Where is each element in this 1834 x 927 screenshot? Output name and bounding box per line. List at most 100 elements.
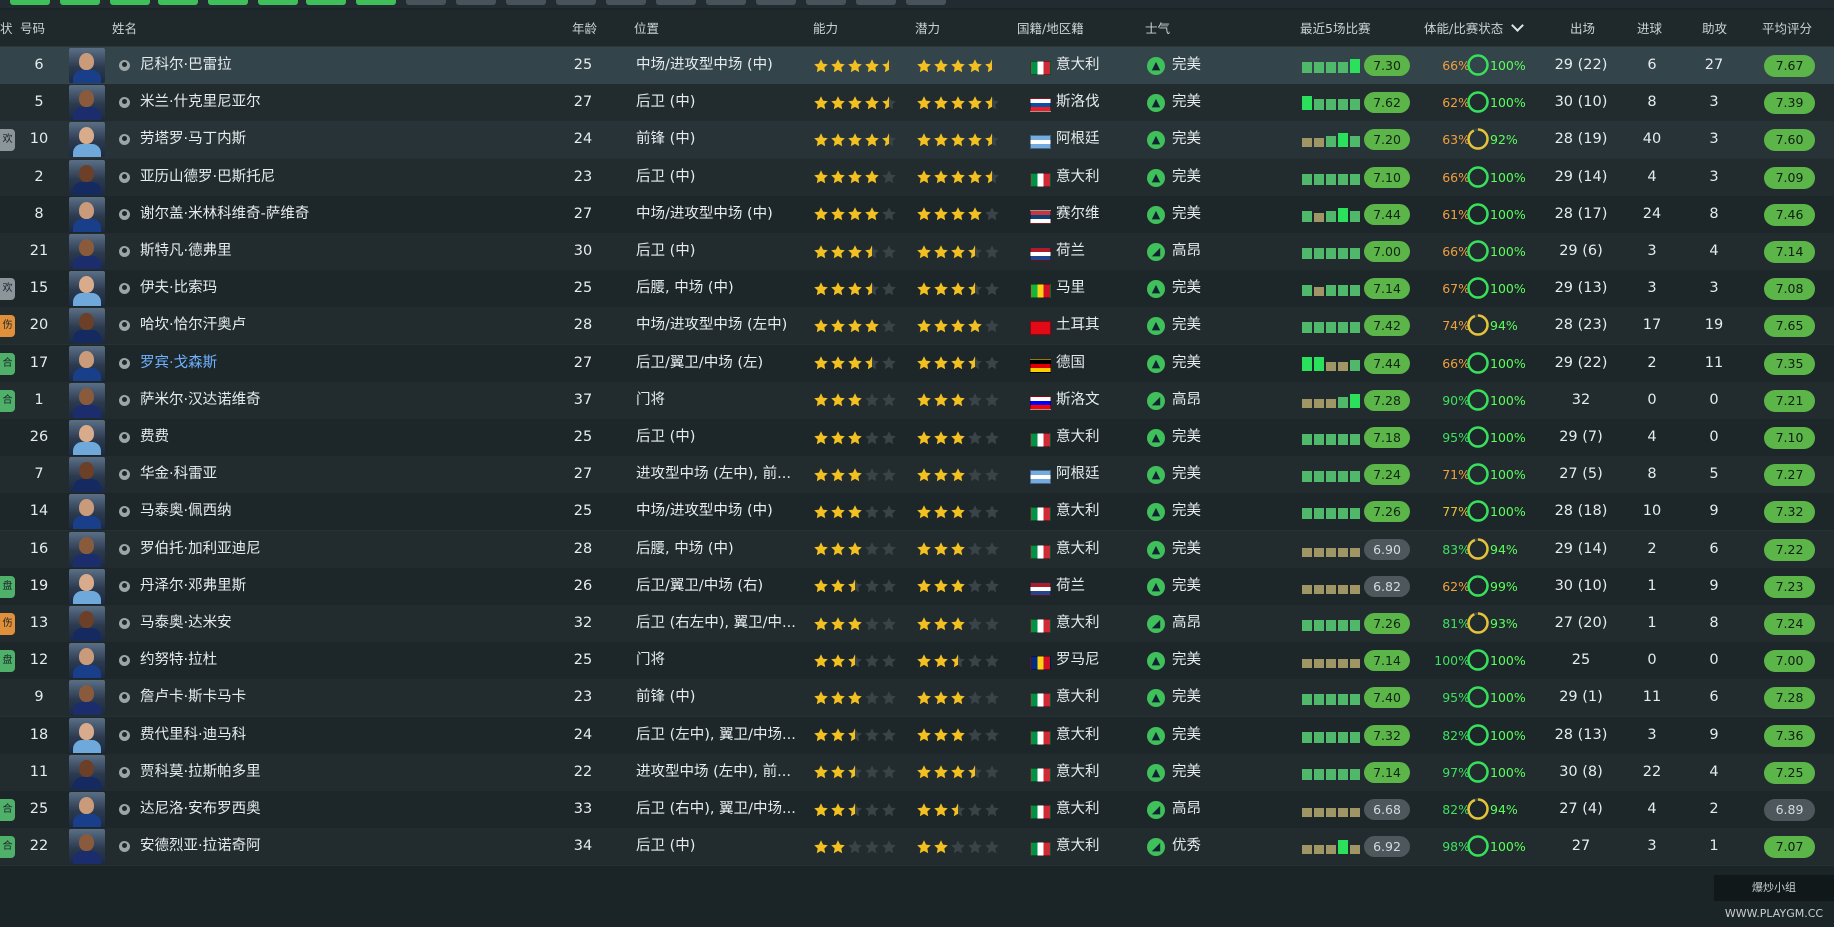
player-name[interactable]: 华金·科雷亚 bbox=[140, 456, 460, 493]
table-row[interactable]: 2 亚历山德罗·巴斯托尼 23 后卫 (中) 意大利 ▲ 完美 7.10 66% 100% 29 (… bbox=[0, 158, 1834, 197]
player-avatar[interactable] bbox=[69, 382, 105, 418]
header-condition[interactable]: 体能/比赛状态 bbox=[1424, 10, 1525, 46]
player-name[interactable]: 费费 bbox=[140, 419, 460, 456]
player-avatar[interactable] bbox=[69, 420, 105, 455]
header-assists[interactable]: 助攻 bbox=[1702, 10, 1727, 46]
player-name[interactable]: 贾科莫·拉斯帕多里 bbox=[140, 754, 460, 791]
player-name[interactable]: 尼科尔·巴雷拉 bbox=[140, 47, 460, 84]
table-row[interactable]: 8 谢尔盖·米林科维奇-萨维奇 27 中场/进攻型中场 (中) 赛尔维 ▲ 完美 7.44 61… bbox=[0, 195, 1834, 234]
table-row[interactable]: 合 17 罗宾·戈森斯 27 后卫/翼卫/中场 (左) 德国 ▲ 完美 7.44 66% 100% 2… bbox=[0, 344, 1834, 383]
player-name[interactable]: 劳塔罗·马丁内斯 bbox=[140, 121, 460, 158]
table-row[interactable]: 盘 12 约努特·拉杜 25 门将 罗马尼 ▲ 完美 7.14 100% 100% 25 0 0 7.00 bbox=[0, 642, 1834, 681]
table-row[interactable]: 16 罗伯托·加利亚迪尼 28 后腰, 中场 (中) 意大利 ▲ 完美 6.90 83% 94% 2… bbox=[0, 530, 1834, 569]
table-row[interactable]: 合 25 达尼洛·安布罗西奥 33 后卫 (右中), 翼卫/中场... 意大利 ◢ 高昂 6.6… bbox=[0, 791, 1834, 829]
player-avatar[interactable] bbox=[69, 345, 105, 381]
player-name[interactable]: 米兰·什克里尼亚尔 bbox=[140, 84, 460, 121]
player-avatar[interactable] bbox=[69, 159, 105, 195]
toolbar-tab[interactable] bbox=[60, 0, 100, 5]
player-avatar[interactable] bbox=[69, 643, 105, 679]
toolbar-tab[interactable] bbox=[258, 0, 298, 5]
table-row[interactable]: 伤 13 马泰奥·达米安 32 后卫 (右左中), 翼卫/中... 意大利 ◢ 高昂 7.26 8… bbox=[0, 605, 1834, 643]
player-avatar[interactable] bbox=[69, 606, 105, 641]
player-avatar[interactable] bbox=[69, 85, 105, 121]
player-avatar[interactable] bbox=[69, 494, 105, 530]
player-avatar[interactable] bbox=[69, 531, 105, 567]
toolbar-tab[interactable] bbox=[756, 0, 796, 5]
header-recent-form[interactable]: 最近5场比赛 bbox=[1300, 10, 1370, 46]
player-name[interactable]: 伊夫·比索玛 bbox=[140, 270, 460, 307]
player-name[interactable]: 谢尔盖·米林科维奇-萨维奇 bbox=[140, 196, 460, 233]
player-name[interactable]: 丹泽尔·邓弗里斯 bbox=[140, 568, 460, 605]
player-name[interactable]: 罗宾·戈森斯 bbox=[140, 345, 460, 382]
header-potential[interactable]: 潜力 bbox=[915, 10, 940, 46]
player-avatar[interactable] bbox=[69, 196, 105, 232]
toolbar-tab[interactable] bbox=[356, 0, 396, 5]
player-name[interactable]: 安德烈亚·拉诺奇阿 bbox=[140, 828, 460, 865]
table-row[interactable]: 6 尼科尔·巴雷拉 25 中场/进攻型中场 (中) 意大利 ▲ 完美 7.30 66% 100% 2… bbox=[0, 47, 1834, 85]
table-row[interactable]: 18 费代里科·迪马科 24 后卫 (左中), 翼卫/中场... 意大利 ▲ 完美 7.32 8… bbox=[0, 716, 1834, 755]
table-row[interactable]: 26 费费 25 后卫 (中) 意大利 ▲ 完美 7.18 95% 100% 29 (7) 4 0 7.1… bbox=[0, 419, 1834, 457]
table-row[interactable]: 5 米兰·什克里尼亚尔 27 后卫 (中) 斯洛伐 ▲ 完美 7.62 62% 100% 30 (1… bbox=[0, 84, 1834, 123]
table-row[interactable]: 伤 20 哈坎·恰尔汗奥卢 28 中场/进攻型中场 (左中) 土耳其 ▲ 完美 7.42 74% 9… bbox=[0, 307, 1834, 346]
toolbar-tab[interactable] bbox=[706, 0, 746, 5]
header-position[interactable]: 位置 bbox=[634, 10, 659, 46]
player-avatar[interactable] bbox=[69, 754, 105, 790]
toolbar-tab[interactable] bbox=[806, 0, 846, 5]
header-nationality[interactable]: 国籍/地区籍 bbox=[1017, 10, 1084, 46]
player-avatar[interactable] bbox=[69, 717, 105, 753]
header-ability[interactable]: 能力 bbox=[813, 10, 838, 46]
toolbar-tab[interactable] bbox=[158, 0, 198, 5]
table-row[interactable]: 合 1 萨米尔·汉达诺维奇 37 门将 斯洛文 ◢ 高昂 7.28 90% 100% 32 0 0 7.21 bbox=[0, 381, 1834, 420]
toolbar-tab[interactable] bbox=[110, 0, 150, 5]
header-number[interactable]: 号码 bbox=[20, 10, 45, 46]
table-row[interactable]: 14 马泰奥·佩西纳 25 中场/进攻型中场 (中) 意大利 ▲ 完美 7.26 77% 100%… bbox=[0, 493, 1834, 532]
header-apps[interactable]: 出场 bbox=[1570, 10, 1595, 46]
player-name[interactable]: 约努特·拉杜 bbox=[140, 642, 460, 679]
player-name[interactable]: 费代里科·迪马科 bbox=[140, 717, 460, 754]
toolbar-tab[interactable] bbox=[208, 0, 248, 5]
player-avatar[interactable] bbox=[69, 568, 105, 604]
toolbar-tab[interactable] bbox=[406, 0, 446, 5]
table-row[interactable]: 合 22 安德烈亚·拉诺奇阿 34 后卫 (中) 意大利 ◢ 优秀 6.92 98% 100% 27 3… bbox=[0, 828, 1834, 867]
player-avatar[interactable] bbox=[69, 271, 105, 307]
player-name[interactable]: 哈坎·恰尔汗奥卢 bbox=[140, 307, 460, 344]
player-avatar[interactable] bbox=[69, 829, 105, 865]
table-row[interactable]: 9 詹卢卡·斯卡马卡 23 前锋 (中) 意大利 ▲ 完美 7.40 95% 100% 29 (1)… bbox=[0, 679, 1834, 718]
player-name[interactable]: 斯特凡·德弗里 bbox=[140, 233, 460, 270]
player-name[interactable]: 马泰奥·佩西纳 bbox=[140, 493, 460, 530]
player-avatar[interactable] bbox=[69, 308, 105, 344]
player-name[interactable]: 亚历山德罗·巴斯托尼 bbox=[140, 159, 460, 196]
toolbar-tab[interactable] bbox=[606, 0, 646, 5]
player-name[interactable]: 罗伯托·加利亚迪尼 bbox=[140, 531, 460, 568]
toolbar-tab[interactable] bbox=[10, 0, 50, 5]
toolbar-tab[interactable] bbox=[656, 0, 696, 5]
player-name[interactable]: 詹卢卡·斯卡马卡 bbox=[140, 679, 460, 716]
toolbar-tab[interactable] bbox=[556, 0, 596, 5]
player-avatar[interactable] bbox=[69, 48, 105, 83]
toolbar-tab[interactable] bbox=[306, 0, 346, 5]
player-name[interactable]: 达尼洛·安布罗西奥 bbox=[140, 791, 460, 828]
table-row[interactable]: 11 贾科莫·拉斯帕多里 22 进攻型中场 (左中), 前... 意大利 ▲ 完美 7.14 9… bbox=[0, 753, 1834, 792]
table-row[interactable]: 欢 10 劳塔罗·马丁内斯 24 前锋 (中) 阿根廷 ▲ 完美 7.20 63% 92% 28 (1… bbox=[0, 121, 1834, 160]
toolbar-tab[interactable] bbox=[506, 0, 546, 5]
toolbar-tab[interactable] bbox=[856, 0, 896, 5]
player-avatar[interactable] bbox=[69, 680, 105, 716]
header-morale[interactable]: 士气 bbox=[1145, 10, 1170, 46]
header-name[interactable]: 姓名 bbox=[112, 10, 137, 46]
player-name[interactable]: 萨米尔·汉达诺维奇 bbox=[140, 382, 460, 419]
header-avg-rating[interactable]: 平均评分 bbox=[1762, 10, 1812, 46]
table-row[interactable]: 盘 19 丹泽尔·邓弗里斯 26 后卫/翼卫/中场 (右) 荷兰 ▲ 完美 6.82 62% 99%… bbox=[0, 567, 1834, 606]
table-row[interactable]: 欢 15 伊夫·比索玛 25 后腰, 中场 (中) 马里 ▲ 完美 7.14 67% 100% 29 … bbox=[0, 270, 1834, 309]
table-row[interactable]: 21 斯特凡·德弗里 30 后卫 (中) 荷兰 ◢ 高昂 7.00 66% 100% 29 (6) 3… bbox=[0, 233, 1834, 271]
toolbar-tab[interactable] bbox=[906, 0, 946, 5]
player-avatar[interactable] bbox=[69, 122, 105, 158]
toolbar-tab[interactable] bbox=[456, 0, 496, 5]
header-goals[interactable]: 进球 bbox=[1637, 10, 1662, 46]
header-status[interactable]: 状 bbox=[0, 10, 13, 46]
player-avatar[interactable] bbox=[69, 792, 105, 827]
player-avatar[interactable] bbox=[69, 457, 105, 493]
header-age[interactable]: 年龄 bbox=[572, 10, 597, 46]
table-row[interactable]: 7 华金·科雷亚 27 进攻型中场 (左中), 前... 阿根廷 ▲ 完美 7.24 71% 10… bbox=[0, 456, 1834, 495]
player-name[interactable]: 马泰奥·达米安 bbox=[140, 605, 460, 642]
player-avatar[interactable] bbox=[69, 234, 105, 269]
